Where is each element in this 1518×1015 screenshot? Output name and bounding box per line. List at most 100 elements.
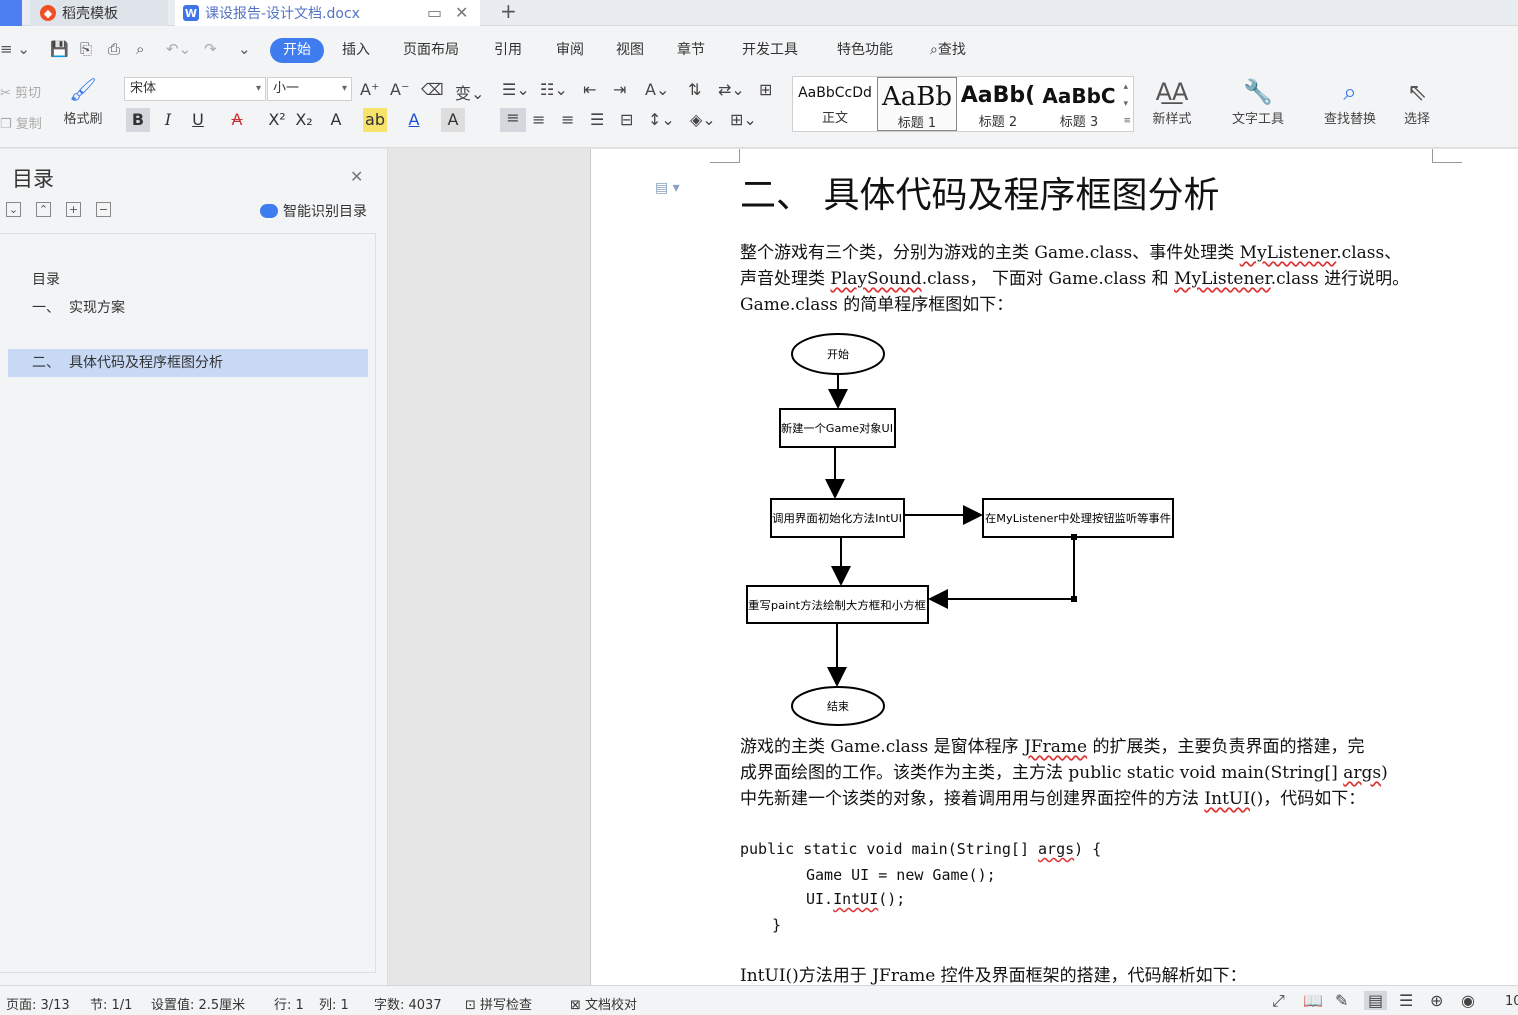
outline-view-icon[interactable]: ☰	[1399, 991, 1413, 1010]
underline-button[interactable]: U	[186, 108, 210, 132]
new-tab-icon[interactable]: +	[500, 0, 517, 22]
fullscreen-icon[interactable]: ⤢	[1272, 991, 1285, 1011]
line-spacing-icon[interactable]: ↕⌄	[648, 110, 675, 129]
customize-icon[interactable]: ⌄	[238, 40, 251, 58]
chinese-layout-icon[interactable]: A⌄	[645, 80, 669, 99]
highlight-button[interactable]: ab	[363, 108, 387, 132]
text-run: 游戏的主类 Game.class 是窗体程序	[740, 737, 1025, 757]
print-icon[interactable]: ⎙	[108, 40, 120, 58]
export-icon[interactable]: ⎘	[80, 40, 92, 58]
redo-icon[interactable]: ↷	[204, 40, 217, 58]
font-size-select[interactable]: 小一 ▾	[267, 77, 352, 101]
toc-entry-selected[interactable]: 二、 具体代码及程序框图分析	[8, 349, 368, 377]
file-menu-icon[interactable]: ≡ ⌄	[0, 40, 30, 58]
style-heading-3[interactable]: AaBbC 标题 3	[1039, 77, 1119, 131]
sort-icon[interactable]: ⇅	[688, 80, 701, 99]
print-preview-icon[interactable]: ⌕	[136, 40, 144, 58]
menu-view[interactable]: 视图	[616, 38, 644, 63]
paragraph-menu-icon[interactable]: ▤ ▾	[655, 180, 680, 196]
menu-insert[interactable]: 插入	[342, 38, 370, 63]
paint-brush-icon: 🖌	[69, 78, 97, 103]
select-button[interactable]: ⇖ 选择	[1394, 78, 1440, 127]
bullet-list-icon[interactable]: ☰⌄	[502, 80, 530, 99]
code-line: Game UI = new Game();	[806, 866, 996, 884]
strikethrough-button[interactable]: A	[225, 108, 249, 132]
flow-step3-label: 在MyListener中处理按钮监听等事件	[985, 511, 1171, 525]
spell-check-button[interactable]: ⊡ 拼写检查	[465, 994, 532, 1013]
new-style-icon: A͟A	[1155, 78, 1189, 106]
borders-icon[interactable]: ⊞⌄	[730, 110, 757, 129]
justify-icon[interactable]: ☰	[590, 110, 604, 129]
close-icon[interactable]: ✕	[350, 167, 363, 186]
smart-toc-button[interactable]: 智能识别目录	[260, 201, 367, 221]
text-tools-button[interactable]: 🔧 文字工具	[1222, 78, 1294, 127]
increase-indent-icon[interactable]: ⇥	[613, 80, 626, 99]
font-name-select[interactable]: 宋体 ▾	[124, 77, 266, 101]
status-word-count[interactable]: 字数: 4037	[374, 994, 442, 1013]
menu-page-layout[interactable]: 页面布局	[403, 38, 459, 63]
shrink-font-icon[interactable]: A⁻	[390, 80, 409, 99]
table-tools-icon[interactable]: ⊞	[759, 80, 772, 99]
style-heading-2[interactable]: AaBb( 标题 2	[959, 77, 1037, 131]
menu-search[interactable]: ⌕查找	[930, 38, 966, 63]
style-normal[interactable]: AaBbCcDd 正文	[793, 77, 877, 131]
format-painter-button[interactable]: 🖌 格式刷	[60, 78, 106, 127]
align-right-icon[interactable]: ≡	[561, 110, 574, 129]
clear-format-icon[interactable]: ⌫	[421, 80, 444, 99]
menu-features[interactable]: 特色功能	[837, 38, 893, 63]
eye-protection-icon[interactable]: ◉	[1461, 991, 1475, 1010]
read-mode-icon[interactable]: 📖	[1303, 991, 1323, 1010]
cut-label: 剪切	[15, 86, 42, 101]
close-tab-icon[interactable]: ✕	[455, 3, 468, 22]
add-entry-icon[interactable]: +	[66, 202, 81, 217]
text-effect-button[interactable]: A	[324, 108, 348, 132]
collapse-all-icon[interactable]: ⌄	[6, 202, 21, 217]
smart-toc-label: 智能识别目录	[283, 204, 367, 220]
find-replace-button[interactable]: ⌕ 查找替换	[1314, 78, 1386, 127]
shading-icon[interactable]: ◈⌄	[690, 110, 716, 129]
decrease-indent-icon[interactable]: ⇤	[583, 80, 596, 99]
char-shading-button[interactable]: A	[441, 108, 465, 132]
write-mode-icon[interactable]: ✎	[1335, 991, 1348, 1010]
status-page[interactable]: 页面: 3/13	[6, 994, 70, 1013]
align-left-icon[interactable]: ≡	[500, 108, 526, 132]
menu-chapter[interactable]: 章节	[677, 38, 705, 63]
app-menu-stub[interactable]	[0, 0, 22, 26]
undo-icon[interactable]: ↶⌄	[166, 40, 191, 58]
menu-start[interactable]: 开始	[270, 38, 324, 63]
style-heading-1[interactable]: AaBb 标题 1	[877, 77, 957, 131]
status-col: 列: 1	[319, 998, 349, 1013]
web-view-icon[interactable]: ⊕	[1430, 991, 1443, 1010]
spell-check-label: 拼写检查	[480, 998, 533, 1013]
new-style-button[interactable]: A͟A 新样式	[1144, 78, 1200, 127]
zoom-level[interactable]: 10	[1505, 994, 1518, 1009]
superscript-button[interactable]: X²	[265, 108, 289, 132]
show-marks-icon[interactable]: ⇄⌄	[718, 80, 745, 99]
distribute-icon[interactable]: ⊟	[620, 110, 633, 129]
font-color-button[interactable]: A	[402, 108, 426, 132]
menu-review[interactable]: 审阅	[556, 38, 584, 63]
numbered-list-icon[interactable]: ☷⌄	[540, 80, 568, 99]
copy-button[interactable]: ❐ 复制	[0, 113, 42, 132]
menu-developer[interactable]: 开发工具	[742, 38, 798, 63]
style-scroll-icon[interactable]: ▴ ▾ ≡	[1123, 79, 1131, 130]
magnifier-icon: ⌕	[1343, 78, 1357, 106]
tab-template[interactable]: ◆ 稻壳模板	[30, 0, 168, 26]
cut-button[interactable]: ✂ 剪切	[0, 82, 41, 101]
page-view-icon[interactable]: ▤	[1364, 991, 1388, 1010]
menu-references[interactable]: 引用	[494, 38, 522, 63]
phonetic-icon[interactable]: 变⌄	[455, 80, 484, 104]
remove-entry-icon[interactable]: −	[96, 202, 111, 217]
subscript-button[interactable]: X₂	[292, 108, 316, 132]
proofread-button[interactable]: ⊠ 文档校对	[570, 994, 637, 1013]
pin-tab-icon[interactable]: ▭	[427, 3, 442, 22]
save-icon[interactable]: 💾	[50, 40, 69, 58]
bold-button[interactable]: B	[126, 108, 150, 132]
spell-error-run: args	[1343, 763, 1382, 783]
italic-button[interactable]: I	[156, 108, 180, 132]
toc-entry[interactable]: 一、 实现方案	[8, 294, 368, 322]
expand-all-icon[interactable]: ⌃	[36, 202, 51, 217]
align-center-icon[interactable]: ≡	[532, 110, 545, 129]
toc-entry[interactable]: 目录	[8, 266, 368, 294]
grow-font-icon[interactable]: A⁺	[360, 80, 379, 99]
